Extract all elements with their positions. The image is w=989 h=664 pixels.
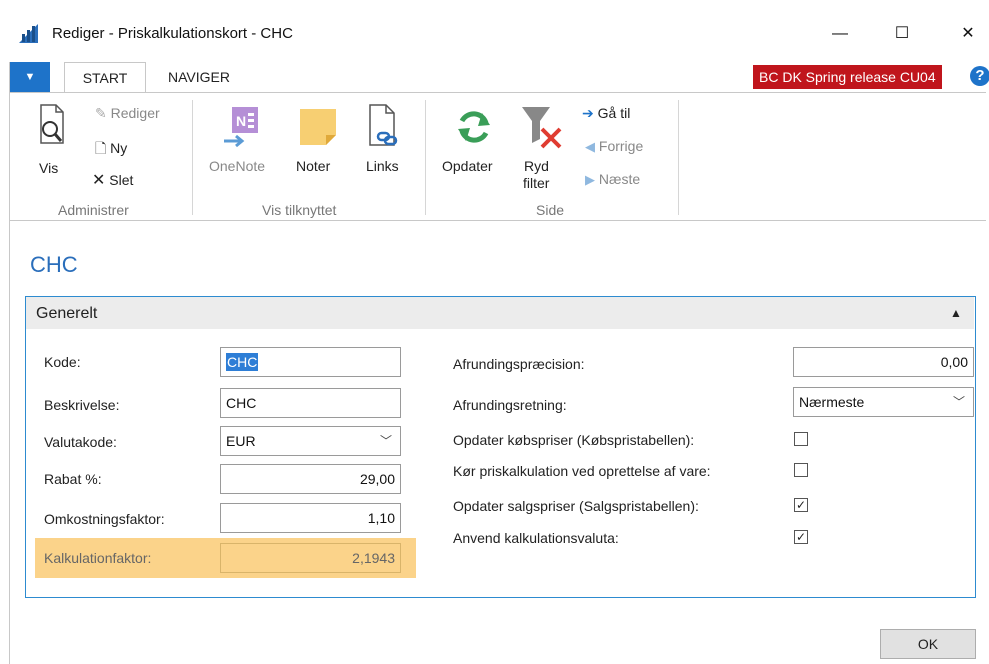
page-title: CHC [30,252,78,277]
forrige-button[interactable]: ◀ Forrige [585,138,643,155]
view-document-icon [40,104,64,144]
tab-naviger[interactable]: NAVIGER [168,62,230,92]
afrundingsretning-value: Nærmeste [799,394,865,410]
onenote-label: OneNote [209,158,266,174]
note-icon [300,109,336,145]
ribbon-separator [425,100,426,215]
onenote-button[interactable]: N OneNote [208,103,284,183]
fasttab-title: Generelt [36,305,98,322]
group-label-administrer: Administrer [58,202,129,218]
slet-button[interactable]: ✕ Slet [92,170,133,190]
vis-label: Vis [39,160,59,176]
opdater-kobspriser-label: Opdater købspriser (Købspristabellen): [453,432,695,448]
forrige-label: Forrige [598,138,644,154]
opdater-salgspriser-checkbox[interactable]: ✓ [794,498,808,512]
arrow-right-icon: ➔ [582,105,594,121]
noter-label: Noter [296,158,331,174]
svg-text:N: N [236,113,246,129]
onenote-icon: N [224,107,258,148]
slet-label: Slet [109,172,134,188]
beskrivelse-field[interactable]: CHC [220,388,401,418]
anvend-kalkulationsvaluta-checkbox[interactable]: ✓ [794,530,808,544]
valutakode-select[interactable]: EUR ﹀ [220,426,401,456]
filter-label: filter [523,175,550,191]
rediger-label: Rediger [110,105,160,121]
pencil-icon: ✎ [95,105,107,121]
opdater-kobspriser-checkbox[interactable] [794,432,808,446]
ryd-label: Ryd [524,158,549,174]
tab-start[interactable]: START [64,62,146,93]
delete-x-icon: ✕ [92,172,106,189]
triangle-right-icon: ▶ [585,172,595,187]
naeste-label: Næste [598,171,641,187]
ny-label: Ny [110,140,128,156]
help-icon[interactable]: ? [970,66,989,86]
rediger-button[interactable]: ✎ Rediger [95,105,160,122]
app-logo-icon [18,22,40,44]
afrundingspraecision-label: Afrundingspræcision: [453,356,585,372]
vis-button[interactable]: Vis [30,103,80,183]
opdater-salgspriser-label: Opdater salgspriser (Salgspristabellen): [453,498,699,514]
window-title: Rediger - Priskalkulationskort - CHC [52,25,293,42]
noter-button[interactable]: Noter [292,103,348,183]
valutakode-label: Valutakode: [44,434,117,450]
kor-priskalkulation-label: Kør priskalkulation ved oprettelse af va… [453,463,711,479]
ribbon-separator [192,100,193,215]
valutakode-value: EUR [226,433,256,449]
close-button[interactable]: ✕ [948,20,988,48]
clear-filter-icon [522,107,562,149]
anvend-kalkulationsvaluta-label: Anvend kalkulationsvaluta: [453,530,619,546]
opdater-button[interactable]: Opdater [440,103,510,183]
ny-button[interactable]: 🗋 Ny [95,138,127,162]
ok-button[interactable]: OK [880,629,976,659]
naeste-button[interactable]: ▶ Næste [585,171,640,188]
links-label: Links [366,158,399,174]
group-label-vis-tilknyttet: Vis tilknyttet [262,202,337,218]
omkostningsfaktor-label: Omkostningsfaktor: [44,511,165,527]
afrundingsretning-label: Afrundingsretning: [453,397,567,413]
kalkulationfaktor-field: 2,1943 [220,543,401,573]
checkmark-icon: ✓ [795,530,807,544]
afrundingspraecision-field[interactable]: 0,00 [793,347,974,377]
omkostningsfaktor-field[interactable]: 1,10 [220,503,401,533]
afrundingsretning-select[interactable]: Nærmeste ﹀ [793,387,974,417]
maximize-button[interactable]: ☐ [882,20,922,48]
chevron-down-icon: ﹀ [379,434,392,448]
kalkulationfaktor-label: Kalkulationfaktor: [44,550,152,566]
ryd-filter-button[interactable]: Ryd filter [518,103,570,195]
links-button[interactable]: Links [360,103,412,183]
beskrivelse-label: Beskrivelse: [44,397,120,413]
group-label-side: Side [536,202,565,218]
kode-field[interactable]: CHC [220,347,401,377]
triangle-left-icon: ◀ [585,139,595,154]
kor-priskalkulation-checkbox[interactable] [794,463,808,477]
checkmark-icon: ✓ [795,498,807,512]
link-document-icon [369,104,398,146]
app-menu-button[interactable]: ▼ [10,62,50,92]
rabat-field[interactable]: 29,00 [220,464,401,494]
ga-til-label: Gå til [597,105,631,121]
kode-label: Kode: [44,354,81,370]
opdater-label: Opdater [442,158,493,174]
ribbon-separator [678,100,679,215]
refresh-icon [458,111,490,143]
release-badge: BC DK Spring release CU04 [753,65,942,89]
minimize-button[interactable]: — [820,20,860,48]
chevron-down-icon: ﹀ [952,395,965,409]
rabat-label: Rabat %: [44,471,102,487]
collapse-chevron-icon[interactable]: ▲ [950,306,962,320]
new-document-icon: 🗋 [95,140,107,156]
ga-til-button[interactable]: ➔ Gå til [582,105,630,122]
kode-value: CHC [226,353,259,371]
fasttab-header[interactable] [26,297,974,329]
